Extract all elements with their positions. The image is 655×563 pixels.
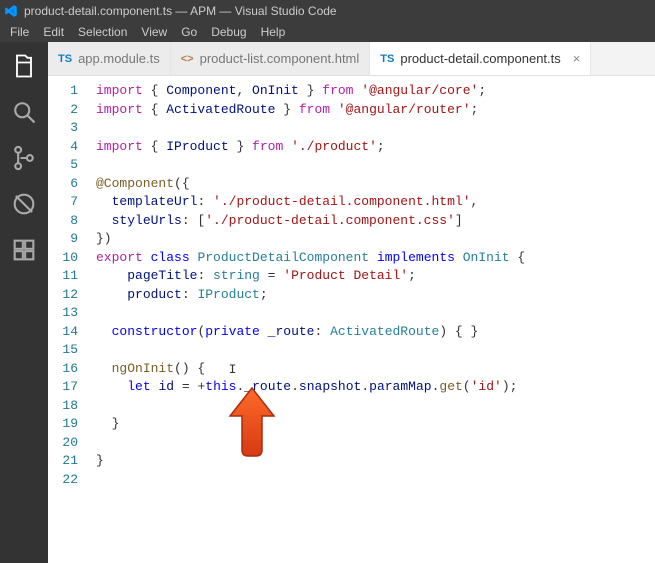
code-line bbox=[96, 119, 655, 138]
menu-file[interactable]: File bbox=[4, 25, 35, 39]
code-line: } bbox=[96, 415, 655, 434]
search-icon[interactable] bbox=[10, 98, 38, 126]
code-line: export class ProductDetailComponent impl… bbox=[96, 249, 655, 268]
ts-icon: TS bbox=[58, 53, 72, 65]
menu-bar: File Edit Selection View Go Debug Help bbox=[0, 22, 655, 42]
code-line: product: IProduct; bbox=[96, 286, 655, 305]
code-line bbox=[96, 156, 655, 175]
source-control-icon[interactable] bbox=[10, 144, 38, 172]
editor-area: TS app.module.ts <> product-list.compone… bbox=[48, 42, 655, 563]
code-line: let id = +this._route.snapshot.paramMap.… bbox=[96, 378, 655, 397]
code-line bbox=[96, 397, 655, 416]
code-line: ngOnInit() { I bbox=[96, 360, 655, 379]
code-line: pageTitle: string = 'Product Detail'; bbox=[96, 267, 655, 286]
menu-help[interactable]: Help bbox=[255, 25, 292, 39]
activity-bar bbox=[0, 42, 48, 563]
menu-view[interactable]: View bbox=[135, 25, 173, 39]
code-lines: import { Component, OnInit } from '@angu… bbox=[96, 82, 655, 563]
explorer-icon[interactable] bbox=[10, 52, 38, 80]
code-line bbox=[96, 341, 655, 360]
code-line: import { IProduct } from './product'; bbox=[96, 138, 655, 157]
extensions-icon[interactable] bbox=[10, 236, 38, 264]
title-bar: product-detail.component.ts — APM — Visu… bbox=[0, 0, 655, 22]
code-line: import { Component, OnInit } from '@angu… bbox=[96, 82, 655, 101]
tab-bar: TS app.module.ts <> product-list.compone… bbox=[48, 42, 655, 76]
vscode-icon bbox=[4, 4, 18, 18]
code-line bbox=[96, 471, 655, 490]
code-editor[interactable]: 123 456 789 101112 131415 161718 192021 … bbox=[48, 76, 655, 563]
window-title: product-detail.component.ts — APM — Visu… bbox=[24, 4, 337, 18]
line-gutter: 123 456 789 101112 131415 161718 192021 … bbox=[48, 82, 96, 563]
code-line: import { ActivatedRoute } from '@angular… bbox=[96, 101, 655, 120]
code-line: constructor(private _route: ActivatedRou… bbox=[96, 323, 655, 342]
menu-go[interactable]: Go bbox=[175, 25, 203, 39]
code-line: styleUrls: ['./product-detail.component.… bbox=[96, 212, 655, 231]
tab-app-module[interactable]: TS app.module.ts bbox=[48, 42, 171, 75]
close-icon[interactable]: × bbox=[573, 51, 581, 66]
tab-label: product-detail.component.ts bbox=[400, 51, 560, 66]
text-cursor: I bbox=[229, 361, 230, 375]
menu-edit[interactable]: Edit bbox=[37, 25, 70, 39]
tab-product-detail[interactable]: TS product-detail.component.ts × bbox=[370, 42, 591, 75]
tab-label: product-list.component.html bbox=[200, 51, 360, 66]
debug-icon[interactable] bbox=[10, 190, 38, 218]
code-line: } bbox=[96, 452, 655, 471]
tab-product-list[interactable]: <> product-list.component.html bbox=[171, 42, 371, 75]
tab-label: app.module.ts bbox=[78, 51, 160, 66]
code-line: templateUrl: './product-detail.component… bbox=[96, 193, 655, 212]
code-line: }) bbox=[96, 230, 655, 249]
menu-debug[interactable]: Debug bbox=[205, 25, 252, 39]
code-line bbox=[96, 434, 655, 453]
html-icon: <> bbox=[181, 53, 194, 65]
app-container: TS app.module.ts <> product-list.compone… bbox=[0, 42, 655, 563]
menu-selection[interactable]: Selection bbox=[72, 25, 133, 39]
code-line bbox=[96, 304, 655, 323]
ts-icon: TS bbox=[380, 53, 394, 65]
code-line: @Component({ bbox=[96, 175, 655, 194]
